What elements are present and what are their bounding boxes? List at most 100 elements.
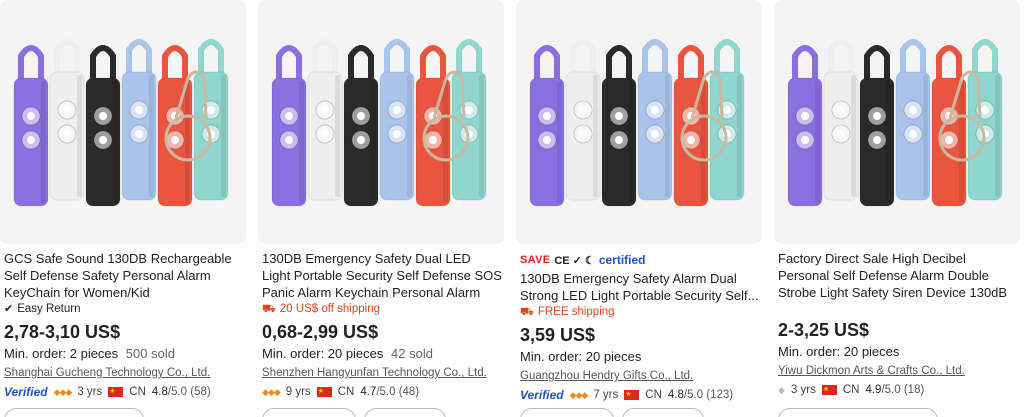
rating-count: /5.0 (48) [376, 386, 420, 398]
alarm-shade [149, 75, 154, 197]
alarm-loop [54, 39, 80, 79]
contact-supplier-button[interactable] [778, 408, 938, 417]
product-info: 130DB Emergency Safety Dual LED Light Po… [262, 250, 502, 400]
chat-now-button[interactable] [364, 408, 446, 417]
chat-now-button[interactable] [622, 408, 704, 417]
supplier-link[interactable]: Shanghai Gucheng Technology Co., Ltd. [4, 366, 244, 381]
alarm-keychain [673, 45, 709, 207]
alarm-shade [479, 75, 484, 197]
led-core [801, 112, 809, 120]
supplier-link[interactable]: Guangzhou Hendry Gifts Co., Ltd. [520, 369, 760, 384]
alarm-loop [864, 45, 890, 85]
product-info: SAVE CE ✓ ☾ certified 130DB Emergency Sa… [520, 250, 760, 403]
alarm-keychain [193, 39, 229, 201]
feature-label: FREE shipping [537, 306, 615, 318]
rating-value: 4.8 [151, 386, 168, 398]
alarm-loop [312, 39, 338, 79]
contact-supplier-button[interactable] [4, 408, 144, 417]
led-core [207, 106, 215, 114]
led-core [135, 130, 143, 138]
product-card[interactable]: SAVE CE ✓ ☾ certified 130DB Emergency Sa… [516, 0, 762, 417]
alarm-keychain [343, 45, 379, 207]
alarm-keychain [529, 45, 565, 207]
card-actions [262, 408, 446, 417]
alarm-shade [335, 75, 340, 197]
led-core [393, 106, 401, 114]
alarm-loop [570, 39, 596, 79]
card-actions [778, 408, 938, 417]
product-title[interactable]: 130DB Emergency Safety Dual LED Light Po… [262, 250, 502, 301]
country-label: CN [645, 389, 662, 401]
product-image[interactable] [516, 0, 762, 244]
alarm-shade [299, 81, 304, 203]
alarm-loop [606, 45, 632, 85]
led-core [723, 106, 731, 114]
led-core [27, 112, 35, 120]
alarm-loop [276, 45, 302, 85]
product-image[interactable] [774, 0, 1020, 244]
alarm-keychain [895, 39, 931, 201]
product-card[interactable]: GCS Safe Sound 130DB Rechargeable Self D… [0, 0, 246, 417]
alarm-keychain [787, 45, 823, 207]
alarm-shade [701, 81, 706, 203]
alarm-keychain [271, 45, 307, 207]
led-core [543, 112, 551, 120]
led-core [909, 106, 917, 114]
min-order: Min. order: 20 pieces [778, 343, 1018, 361]
rating-value: 4.8 [667, 389, 684, 401]
product-title[interactable]: 130DB Emergency Safety Alarm Dual Strong… [520, 270, 760, 304]
led-core [321, 106, 329, 114]
country-label: CN [842, 384, 860, 396]
alarm-keychain [307, 39, 343, 201]
led-core [27, 136, 35, 144]
country-label: CN [129, 386, 146, 398]
led-core [135, 106, 143, 114]
sold-count: 500 sold [125, 346, 175, 361]
led-core [357, 136, 365, 144]
truck-icon: ⛟ [520, 306, 534, 318]
product-image[interactable] [258, 0, 504, 244]
led-core [285, 112, 293, 120]
rating-value: 4.7 [360, 386, 377, 398]
feature-label: Easy Return [17, 303, 81, 315]
alarm-keychain [13, 45, 49, 207]
alarm-shade [371, 81, 376, 203]
alarm-keychains-image [271, 39, 487, 207]
certified-label: certified [598, 253, 646, 267]
led-core [801, 136, 809, 144]
product-title[interactable]: Factory Direct Sale High Decibel Persona… [778, 250, 1018, 301]
supplier-link[interactable]: Yiwu Dickmon Arts & Crafts Co., Ltd. [778, 364, 1018, 379]
product-card[interactable]: 130DB Emergency Safety Dual LED Light Po… [258, 0, 504, 417]
sold-count: 42 sold [391, 346, 433, 361]
product-image[interactable] [0, 0, 246, 244]
supplier-meta: Verified ◆◆◆ 7 yrs CN 4.8/5.0 (123) [520, 387, 760, 403]
product-info: GCS Safe Sound 130DB Rechargeable Self D… [4, 250, 244, 400]
price: 0,68-2,99 US$ [262, 322, 379, 342]
china-flag-icon [316, 384, 332, 400]
feature-label: 20 US$ off shipping [279, 303, 381, 315]
alarm-keychain [967, 39, 1003, 201]
alarm-loop [384, 39, 410, 79]
alarm-loop [18, 45, 44, 85]
min-order: Min. order: 2 pieces 500 sold [4, 345, 244, 363]
min-order-label: Min. order: 20 pieces [778, 344, 900, 359]
diamond-rating-icon: ◆◆◆ [569, 390, 589, 400]
supplier-link[interactable]: Shenzhen Hangyunfan Technology Co., Ltd. [262, 366, 502, 381]
led-core [981, 106, 989, 114]
product-card[interactable]: Factory Direct Sale High Decibel Persona… [774, 0, 1020, 417]
add-to-cart-button[interactable] [262, 408, 356, 417]
save-badge: SAVE [520, 254, 551, 266]
add-to-cart-button[interactable] [520, 408, 614, 417]
alarm-shade [407, 75, 412, 197]
card-actions [520, 408, 704, 417]
country-label: CN [337, 386, 355, 398]
led-core [687, 136, 695, 144]
alarm-shade [887, 81, 892, 203]
led-core [393, 130, 401, 138]
supplier-meta: ◆◆◆ 9 yrs CN 4.7/5.0 (48) [262, 384, 502, 400]
product-title[interactable]: GCS Safe Sound 130DB Rechargeable Self D… [4, 250, 244, 301]
alarm-keychain [601, 45, 637, 207]
alarm-shade [737, 75, 742, 197]
alarm-shade [593, 75, 598, 197]
alarm-keychains-image [529, 39, 745, 207]
